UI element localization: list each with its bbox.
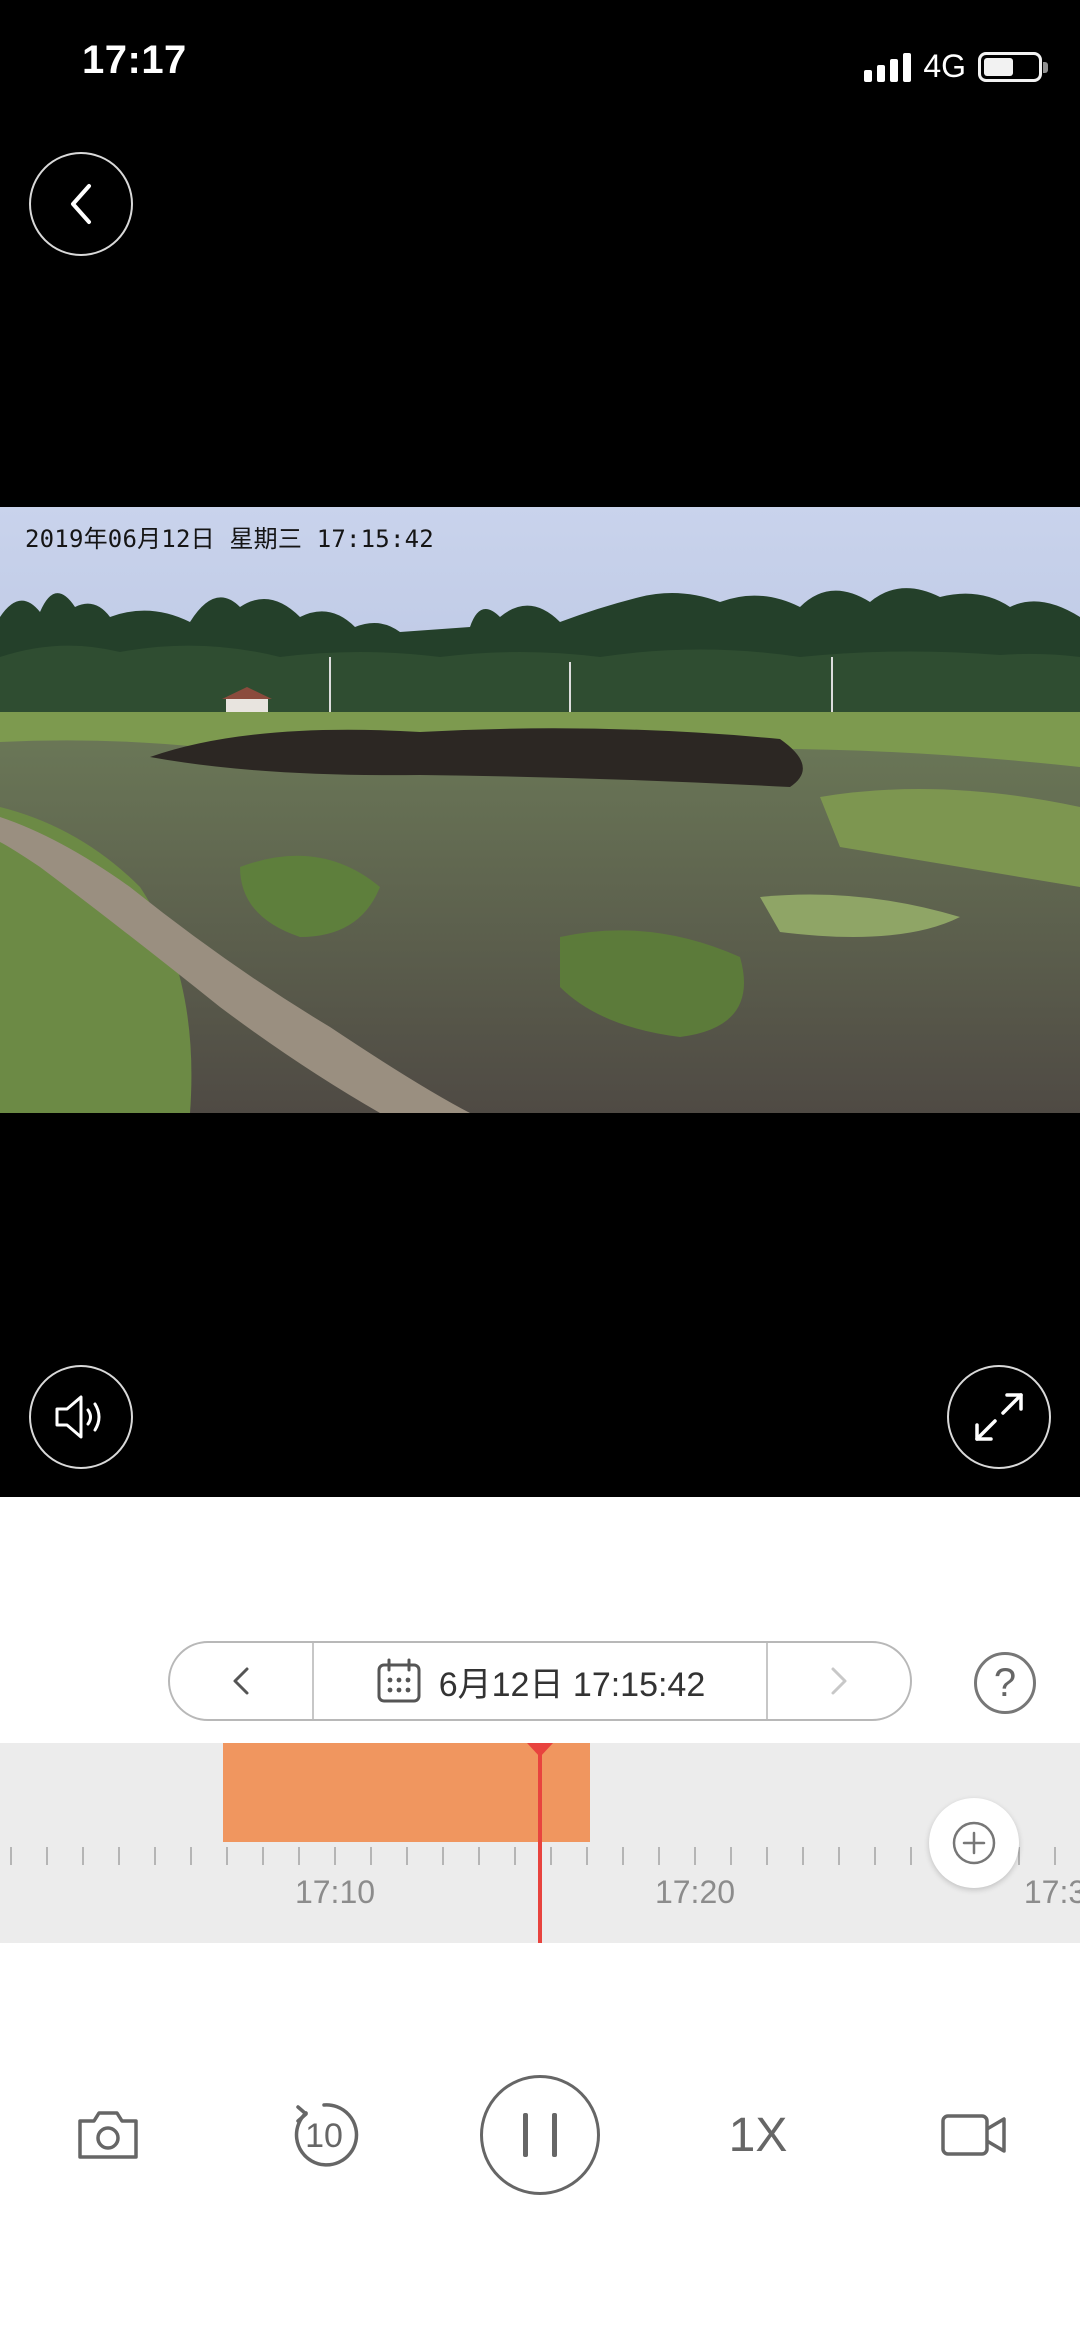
question-mark-icon: ? bbox=[993, 1660, 1017, 1705]
sound-toggle-button[interactable] bbox=[29, 1365, 133, 1469]
network-type: 4G bbox=[923, 48, 966, 84]
video-frame[interactable]: 2019年06月12日 星期三 17:15:42 bbox=[0, 507, 1080, 1113]
camera-icon bbox=[78, 2111, 138, 2159]
fullscreen-button[interactable] bbox=[947, 1365, 1051, 1469]
playback-controls: 10 1X bbox=[0, 2070, 1080, 2200]
battery-fill bbox=[984, 57, 1013, 76]
battery-icon bbox=[978, 51, 1048, 82]
status-time: 17:17 bbox=[82, 38, 187, 82]
zoom-in-icon bbox=[952, 1821, 996, 1865]
previous-day-button[interactable] bbox=[170, 1643, 312, 1719]
chevron-left-icon bbox=[71, 184, 91, 224]
video-camera-icon bbox=[941, 2114, 1006, 2156]
video-player-area: 17:17 4G 2019年06月12日 星期三 17:15:42 bbox=[0, 0, 1080, 1497]
pause-icon bbox=[480, 2075, 600, 2195]
video-scene bbox=[0, 507, 1080, 1113]
speaker-icon bbox=[55, 1395, 101, 1439]
chevron-left-icon bbox=[233, 1667, 249, 1695]
rewind-10-button[interactable]: 10 bbox=[274, 2070, 374, 2200]
current-date-time: 6月12日 17:15:42 bbox=[438, 1665, 706, 1704]
date-navigator: 6月12日 17:15:42 bbox=[168, 1641, 912, 1721]
rewind-10-icon: 10 bbox=[294, 2103, 359, 2167]
playback-panel: 6月12日 17:15:42 ? 17:10 17:20 17:3 10 1X bbox=[0, 1497, 1080, 2339]
video-timestamp-overlay: 2019年06月12日 星期三 17:15:42 bbox=[25, 525, 434, 553]
tick-label: 17:10 bbox=[294, 1874, 376, 1910]
record-video-button[interactable] bbox=[928, 2070, 1020, 2200]
tick-label: 17:3 bbox=[1023, 1874, 1080, 1910]
expand-icon bbox=[975, 1393, 1023, 1441]
timeline-zoom-button[interactable] bbox=[929, 1798, 1019, 1888]
signal-icon bbox=[864, 52, 912, 82]
back-button[interactable] bbox=[29, 152, 133, 256]
playhead-line[interactable] bbox=[538, 1743, 542, 1943]
playback-speed-button[interactable]: 1X bbox=[712, 2070, 804, 2200]
chevron-right-icon bbox=[831, 1667, 847, 1695]
help-button[interactable]: ? bbox=[974, 1652, 1036, 1714]
status-indicators: 4G bbox=[864, 48, 1048, 85]
recording-segment[interactable] bbox=[223, 1743, 590, 1842]
snapshot-button[interactable] bbox=[62, 2070, 154, 2200]
date-picker-button[interactable]: 6月12日 17:15:42 bbox=[312, 1643, 768, 1719]
next-day-button[interactable] bbox=[768, 1643, 910, 1719]
status-bar: 17:17 4G bbox=[0, 0, 1080, 130]
playhead-marker[interactable] bbox=[527, 1743, 553, 1757]
calendar-icon bbox=[377, 1658, 421, 1703]
tick-label: 17:20 bbox=[654, 1874, 736, 1910]
pause-button[interactable] bbox=[479, 2070, 601, 2200]
timeline-scrubber[interactable]: 17:10 17:20 17:3 bbox=[0, 1743, 1080, 1943]
rewind-seconds-label: 10 bbox=[305, 2117, 343, 2155]
